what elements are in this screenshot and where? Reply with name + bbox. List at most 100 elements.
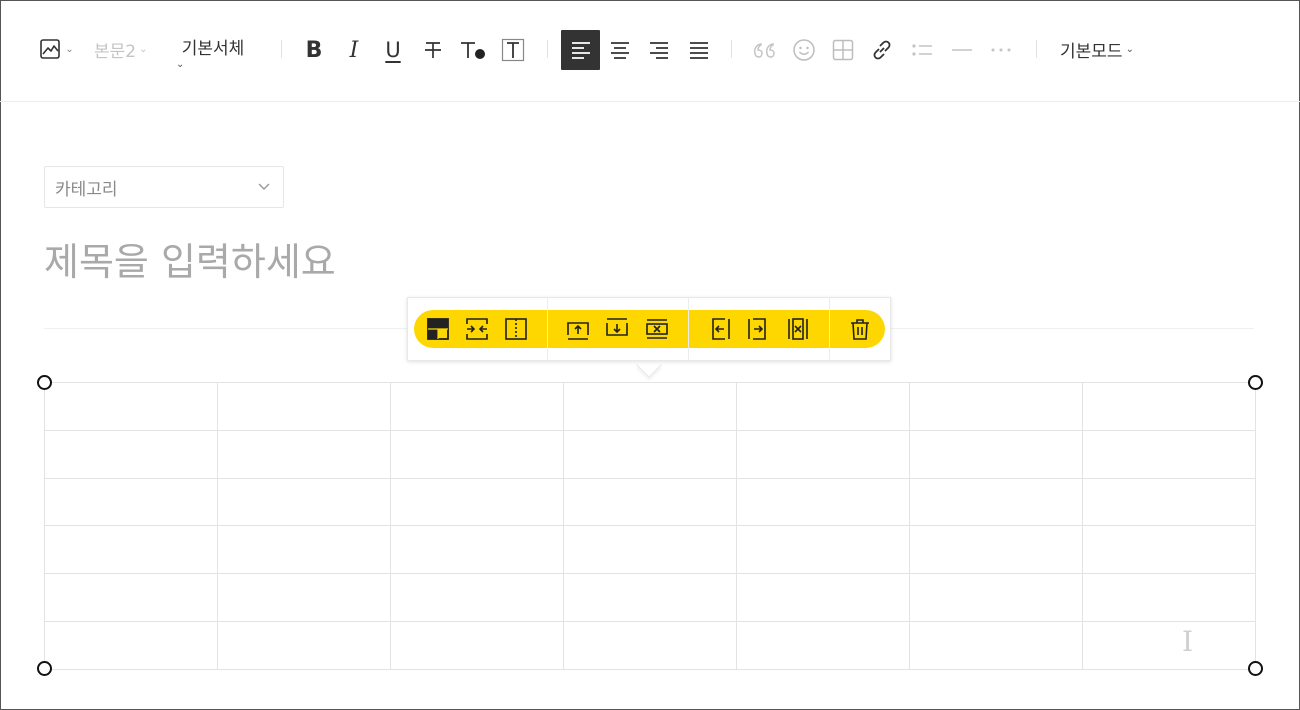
- horizontal-rule-button[interactable]: [948, 36, 976, 64]
- table-cell[interactable]: [44, 573, 218, 622]
- delete-table-button[interactable]: [844, 313, 876, 345]
- align-right-icon: [650, 42, 668, 59]
- insert-column-right-icon: [748, 318, 766, 340]
- font-family-select[interactable]: 기본서체 ⌄: [174, 34, 252, 80]
- table-cell[interactable]: [390, 525, 564, 575]
- table-cell[interactable]: [390, 620, 564, 670]
- table-cell[interactable]: [1082, 573, 1256, 622]
- table-cell[interactable]: [44, 429, 218, 479]
- delete-column-icon: [788, 318, 808, 340]
- italic-icon: I: [349, 37, 359, 63]
- table-cell[interactable]: [563, 525, 737, 575]
- toolbar-divider: [731, 40, 732, 58]
- table-cell[interactable]: [909, 620, 1083, 670]
- align-left-button[interactable]: [561, 30, 600, 70]
- editor-mode-select[interactable]: 기본모드 ⌄: [1060, 36, 1134, 62]
- toolbar-divider: [1036, 40, 1037, 58]
- insert-row-above-icon: [567, 322, 589, 340]
- table-cell[interactable]: [736, 477, 910, 527]
- table-cell[interactable]: [390, 382, 564, 431]
- table-cell[interactable]: [563, 477, 737, 527]
- delete-table-icon: [851, 319, 869, 340]
- split-cell-vertical-button[interactable]: [500, 313, 532, 345]
- table-cell[interactable]: [909, 429, 1083, 479]
- bold-button[interactable]: B: [300, 36, 328, 64]
- delete-row-button[interactable]: [641, 313, 673, 345]
- chevron-down-icon: [258, 183, 270, 190]
- text-color-icon: [461, 42, 485, 59]
- table-cell[interactable]: [563, 429, 737, 479]
- image-icon: [40, 39, 61, 59]
- table-cell[interactable]: [44, 382, 218, 431]
- chevron-down-icon: ⌄: [176, 59, 185, 70]
- table-cell[interactable]: [736, 525, 910, 575]
- table-cell[interactable]: [1082, 429, 1256, 479]
- table-cell[interactable]: [390, 477, 564, 527]
- table-cell[interactable]: [44, 477, 218, 527]
- category-select[interactable]: 카테고리: [44, 166, 284, 208]
- insert-column-right-button[interactable]: [743, 313, 775, 345]
- more-icon: [991, 48, 1011, 52]
- align-center-button[interactable]: [606, 36, 634, 64]
- editor-table[interactable]: [44, 382, 1256, 670]
- table-cell[interactable]: [563, 620, 737, 670]
- toolbar-divider: [547, 40, 548, 58]
- table-cell[interactable]: [736, 620, 910, 670]
- table-cell[interactable]: [217, 429, 391, 479]
- bullet-list-icon: [912, 44, 932, 56]
- insert-column-left-button[interactable]: [703, 313, 735, 345]
- more-button[interactable]: [987, 36, 1015, 64]
- italic-button[interactable]: I: [340, 36, 368, 64]
- table-cell[interactable]: [217, 573, 391, 622]
- table-cell[interactable]: [217, 620, 391, 670]
- text-background-button[interactable]: [499, 36, 527, 64]
- table-cell[interactable]: [1082, 620, 1256, 670]
- table-cell[interactable]: [1082, 382, 1256, 431]
- table-cell[interactable]: [217, 525, 391, 575]
- table-cell[interactable]: [909, 573, 1083, 622]
- emoticon-button[interactable]: [790, 36, 818, 64]
- resize-handle-top-left[interactable]: [37, 375, 52, 390]
- table-cell[interactable]: [909, 382, 1083, 431]
- table-cell[interactable]: [563, 573, 737, 622]
- text-color-button[interactable]: [458, 36, 488, 64]
- table-cell[interactable]: [390, 429, 564, 479]
- table-cell[interactable]: [390, 573, 564, 622]
- resize-handle-top-right[interactable]: [1248, 375, 1263, 390]
- bullet-list-button[interactable]: [908, 36, 936, 64]
- table-button[interactable]: [829, 36, 857, 64]
- split-cell-horizontal-button[interactable]: [461, 313, 493, 345]
- resize-handle-bottom-left[interactable]: [37, 661, 52, 676]
- table-cell[interactable]: [909, 525, 1083, 575]
- horizontal-rule-icon: [952, 49, 972, 51]
- table-cell[interactable]: [217, 382, 391, 431]
- insert-row-below-button[interactable]: [601, 313, 633, 345]
- table-cell[interactable]: [217, 477, 391, 527]
- underline-button[interactable]: U: [379, 36, 407, 64]
- align-justify-button[interactable]: [685, 36, 713, 64]
- strikethrough-icon: [425, 42, 441, 58]
- table-cell[interactable]: [563, 382, 737, 431]
- table-toolbar-divider: [688, 297, 689, 361]
- paragraph-style-select[interactable]: 본문2 ⌄: [94, 36, 148, 62]
- table-cell[interactable]: [736, 573, 910, 622]
- table-cell[interactable]: [1082, 477, 1256, 527]
- table-cell[interactable]: [1082, 525, 1256, 575]
- insert-image-button[interactable]: ⌄: [36, 36, 76, 62]
- quote-button[interactable]: [750, 36, 778, 64]
- delete-column-button[interactable]: [782, 313, 814, 345]
- align-center-icon: [611, 42, 629, 59]
- strikethrough-button[interactable]: [419, 36, 447, 64]
- link-button[interactable]: [868, 36, 896, 64]
- merge-cells-button[interactable]: [422, 313, 454, 345]
- insert-row-above-button[interactable]: [562, 313, 594, 345]
- table-cell[interactable]: [44, 525, 218, 575]
- table-cell[interactable]: [736, 429, 910, 479]
- table-cell[interactable]: [736, 382, 910, 431]
- toolbar-divider: [281, 40, 282, 58]
- title-input[interactable]: [44, 232, 1254, 292]
- resize-handle-bottom-right[interactable]: [1248, 661, 1263, 676]
- table-cell[interactable]: [44, 620, 218, 670]
- table-cell[interactable]: [909, 477, 1083, 527]
- align-right-button[interactable]: [645, 36, 673, 64]
